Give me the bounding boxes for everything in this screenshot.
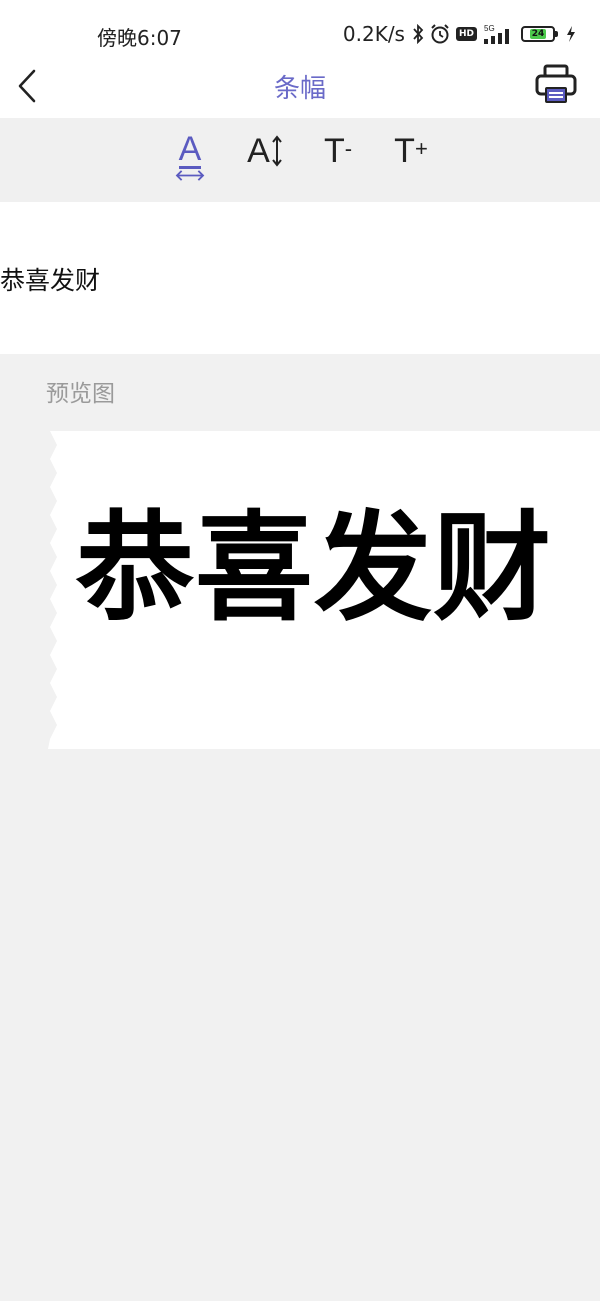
text-height-button[interactable]: A xyxy=(240,132,290,182)
status-icons: 0.2K/s HD 5G 24 xyxy=(343,20,576,48)
navigation-bar: 条幅 xyxy=(0,60,600,118)
preview-label: 预览图 xyxy=(46,381,115,407)
status-bar: 傍晚6:07 0.2K/s HD 5G 24 xyxy=(0,0,600,68)
page-title: 条幅 xyxy=(273,74,326,104)
battery-level: 24 xyxy=(531,29,545,39)
5g-signal-icon: 5G xyxy=(482,23,516,45)
charging-icon xyxy=(566,26,576,42)
font-increase-button[interactable]: T + xyxy=(389,132,433,182)
font-decrease-button[interactable]: T- xyxy=(318,132,358,182)
minus-sign: - xyxy=(344,136,353,161)
battery-fill: 24 xyxy=(529,29,547,39)
font-decrease-label: T xyxy=(323,132,345,170)
print-button[interactable] xyxy=(532,62,580,106)
alarm-icon xyxy=(429,23,451,45)
text-height-label: A xyxy=(247,132,270,170)
printer-icon xyxy=(535,64,577,103)
network-speed: 0.2K/s xyxy=(342,22,405,46)
svg-text:5G: 5G xyxy=(484,24,495,33)
torn-edge xyxy=(48,431,57,749)
preview-area: 预览图 恭喜发财 xyxy=(0,354,600,1301)
banner-text-input[interactable] xyxy=(0,264,560,293)
vertical-arrows-icon xyxy=(272,135,282,167)
text-width-label: A xyxy=(178,130,202,169)
bluetooth-icon xyxy=(412,24,424,44)
text-width-button[interactable]: A xyxy=(170,132,210,182)
preview-tape: 恭喜发财 xyxy=(48,431,600,749)
plus-sign: + xyxy=(414,136,428,161)
text-input-area xyxy=(0,202,600,354)
status-time: 傍晚6:07 xyxy=(97,26,182,50)
horizontal-arrows-icon xyxy=(175,170,205,181)
font-increase-label: T xyxy=(394,132,415,170)
hd-icon: HD xyxy=(455,27,477,41)
battery-icon: 24 xyxy=(521,26,558,42)
format-toolbar: A A T- T + xyxy=(0,118,600,202)
preview-banner-text: 恭喜发财 xyxy=(76,499,553,637)
